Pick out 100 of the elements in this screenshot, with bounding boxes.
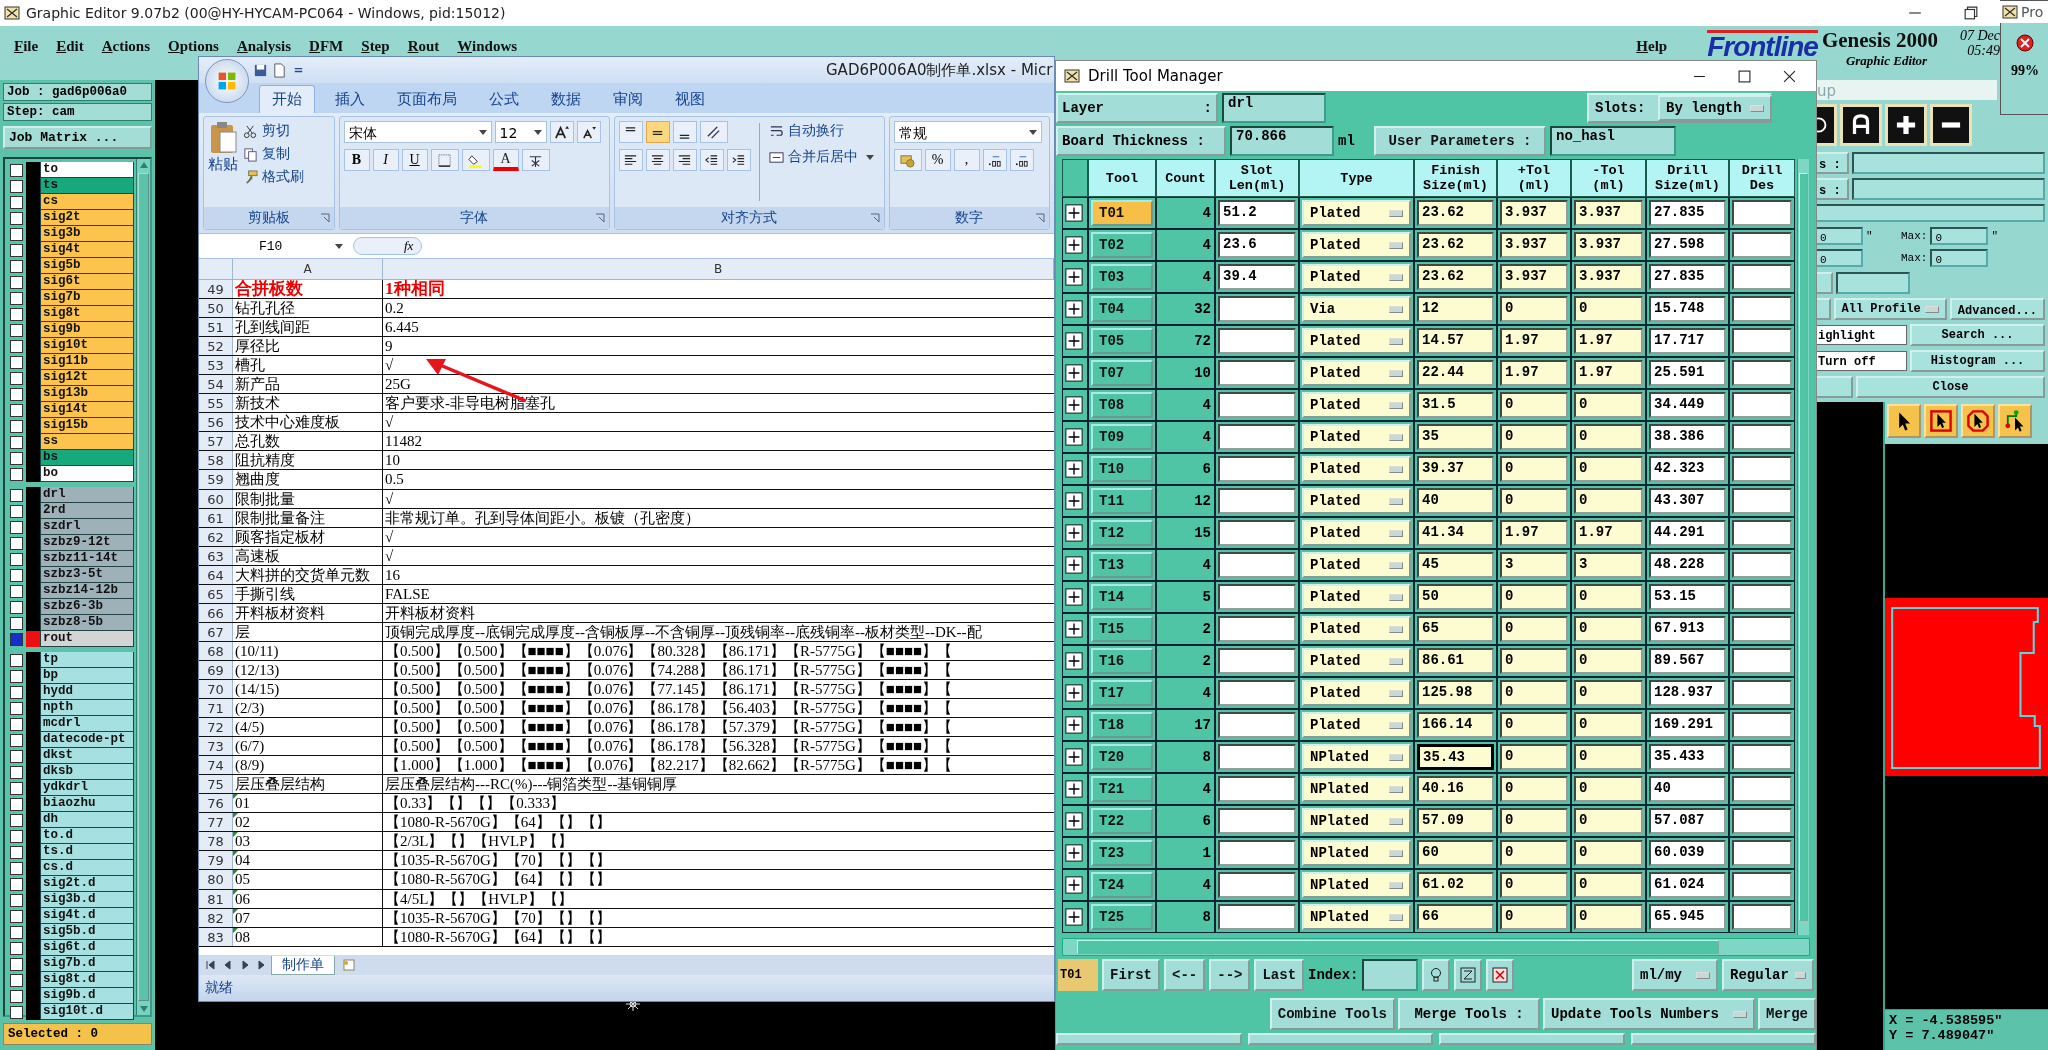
plus-tolerance-field[interactable]: 1.97: [1500, 328, 1568, 354]
italic-button[interactable]: I: [372, 149, 399, 171]
layer-name[interactable]: ts.d: [40, 844, 134, 860]
layer-checkbox[interactable]: [10, 734, 23, 747]
ribbon-tab[interactable]: 页面布局: [385, 86, 469, 113]
layer-checkbox[interactable]: [10, 372, 23, 385]
board-thickness-field[interactable]: 70.866: [1230, 126, 1334, 156]
minus-tolerance-field[interactable]: 1.97: [1574, 360, 1643, 386]
type-dropdown[interactable]: Plated: [1302, 232, 1411, 258]
drill-size-field[interactable]: 27.835: [1649, 264, 1726, 290]
slot-length-field[interactable]: [1218, 616, 1296, 642]
minus-tolerance-field[interactable]: 0: [1574, 584, 1643, 610]
number-format-field[interactable]: 常规: [893, 121, 1042, 143]
layer-checkbox[interactable]: [10, 670, 23, 683]
layer-name[interactable]: rout: [40, 631, 134, 647]
plus-tolerance-field[interactable]: 0: [1500, 840, 1568, 866]
dialog-launcher-icon[interactable]: [594, 213, 605, 223]
drill-description-field[interactable]: [1732, 776, 1792, 802]
finish-size-field[interactable]: 23.62: [1417, 264, 1494, 290]
tool-button[interactable]: T21: [1091, 776, 1153, 802]
layer-name[interactable]: tp: [40, 652, 134, 668]
minus-tolerance-field[interactable]: 0: [1574, 776, 1643, 802]
drill-description-field[interactable]: [1732, 648, 1792, 674]
caret-icon[interactable]: [533, 129, 542, 135]
mode-dropdown[interactable]: Regular: [1722, 959, 1814, 991]
layer-checkbox[interactable]: [10, 958, 23, 971]
borders-icon[interactable]: [430, 149, 459, 171]
layer-name[interactable]: dksb: [40, 764, 134, 780]
plus-tolerance-field[interactable]: 0: [1500, 488, 1568, 514]
drill-description-field[interactable]: [1732, 904, 1792, 930]
tool-button[interactable]: T08: [1091, 392, 1153, 418]
column-header[interactable]: A: [233, 259, 383, 279]
minus-tolerance-field[interactable]: 3.937: [1574, 264, 1643, 290]
plus-icon[interactable]: [1885, 104, 1927, 146]
slot-length-field[interactable]: [1218, 328, 1296, 354]
slot-length-field[interactable]: [1218, 488, 1296, 514]
layer-name[interactable]: szdrl: [40, 519, 134, 535]
office-button[interactable]: [205, 59, 249, 103]
plus-tolerance-field[interactable]: 0: [1500, 808, 1568, 834]
search-button[interactable]: Search ...: [1910, 324, 2045, 346]
drill-size-field[interactable]: 42.323: [1649, 456, 1726, 482]
plus-tolerance-field[interactable]: 0: [1500, 744, 1568, 770]
row-header[interactable]: 59: [199, 470, 233, 489]
slot-length-field[interactable]: [1218, 424, 1296, 450]
layer-checkbox[interactable]: [10, 1006, 23, 1019]
type-dropdown[interactable]: NPlated: [1302, 904, 1411, 930]
finish-size-field[interactable]: 61.02: [1417, 872, 1494, 898]
finish-size-field[interactable]: 125.98: [1417, 680, 1494, 706]
layer-name[interactable]: drl: [40, 487, 134, 503]
type-dropdown[interactable]: Plated: [1302, 616, 1411, 642]
layer-name[interactable]: sig10t.d: [40, 1004, 134, 1020]
layer-name[interactable]: cs: [40, 194, 134, 210]
cut-button[interactable]: [1815, 376, 1853, 398]
scrollbar[interactable]: [1797, 159, 1809, 935]
drill-size-field[interactable]: 38.386: [1649, 424, 1726, 450]
drill-size-field[interactable]: 34.449: [1649, 392, 1726, 418]
text-field[interactable]: [1852, 152, 2045, 174]
underline-button[interactable]: U: [401, 149, 428, 171]
row-header[interactable]: 57: [199, 432, 233, 451]
dialog-launcher-icon[interactable]: [869, 213, 880, 223]
layer-checkbox[interactable]: [10, 308, 23, 321]
layer-checkbox[interactable]: [10, 276, 23, 289]
slot-length-field[interactable]: [1218, 392, 1296, 418]
expand-icon[interactable]: [1065, 588, 1083, 606]
layer-name[interactable]: 2rd: [40, 503, 134, 519]
vertical-align-icon[interactable]: [672, 121, 697, 143]
type-dropdown[interactable]: Plated: [1302, 392, 1411, 418]
increase-indent-icon[interactable]: [726, 149, 751, 171]
layer-checkbox[interactable]: [10, 702, 23, 715]
merge-button[interactable]: Merge: [1758, 998, 1816, 1030]
decrease-indent-icon[interactable]: [699, 149, 724, 171]
dialog-launcher-icon[interactable]: [319, 213, 330, 223]
grow-font-icon[interactable]: [549, 121, 574, 143]
minus-tolerance-field[interactable]: 0: [1574, 840, 1643, 866]
expand-icon[interactable]: [1065, 524, 1083, 542]
layer-name[interactable]: ydkdrl: [40, 780, 134, 796]
ribbon-tab[interactable]: 插入: [323, 86, 377, 113]
index-field[interactable]: [1362, 959, 1419, 991]
vertical-align-icon[interactable]: [645, 121, 670, 143]
layer-checkbox[interactable]: [10, 846, 23, 859]
decrease-decimal-icon[interactable]: [1009, 149, 1034, 171]
plus-tolerance-field[interactable]: 0: [1500, 680, 1568, 706]
finish-size-field[interactable]: 45: [1417, 552, 1494, 578]
layer-name[interactable]: biaozhu: [40, 796, 134, 812]
layer-name[interactable]: hydd: [40, 684, 134, 700]
text-field[interactable]: [1815, 204, 2045, 222]
drill-size-field[interactable]: 61.024: [1649, 872, 1726, 898]
drill-description-field[interactable]: [1732, 296, 1792, 322]
plus-tolerance-field[interactable]: 0: [1500, 904, 1568, 930]
maximize-icon[interactable]: [1738, 69, 1751, 83]
layer-checkbox[interactable]: [10, 553, 23, 566]
pointer-in-square-icon[interactable]: [1924, 404, 1958, 438]
plus-tolerance-field[interactable]: 1.97: [1500, 520, 1568, 546]
row-header[interactable]: 75: [199, 775, 233, 794]
drill-description-field[interactable]: [1732, 584, 1792, 610]
layer-checkbox[interactable]: [10, 926, 23, 939]
layer-checkbox[interactable]: [10, 340, 23, 353]
layer-checkbox[interactable]: [10, 585, 23, 598]
layer-checkbox[interactable]: [10, 862, 23, 875]
type-dropdown[interactable]: NPlated: [1302, 840, 1411, 866]
